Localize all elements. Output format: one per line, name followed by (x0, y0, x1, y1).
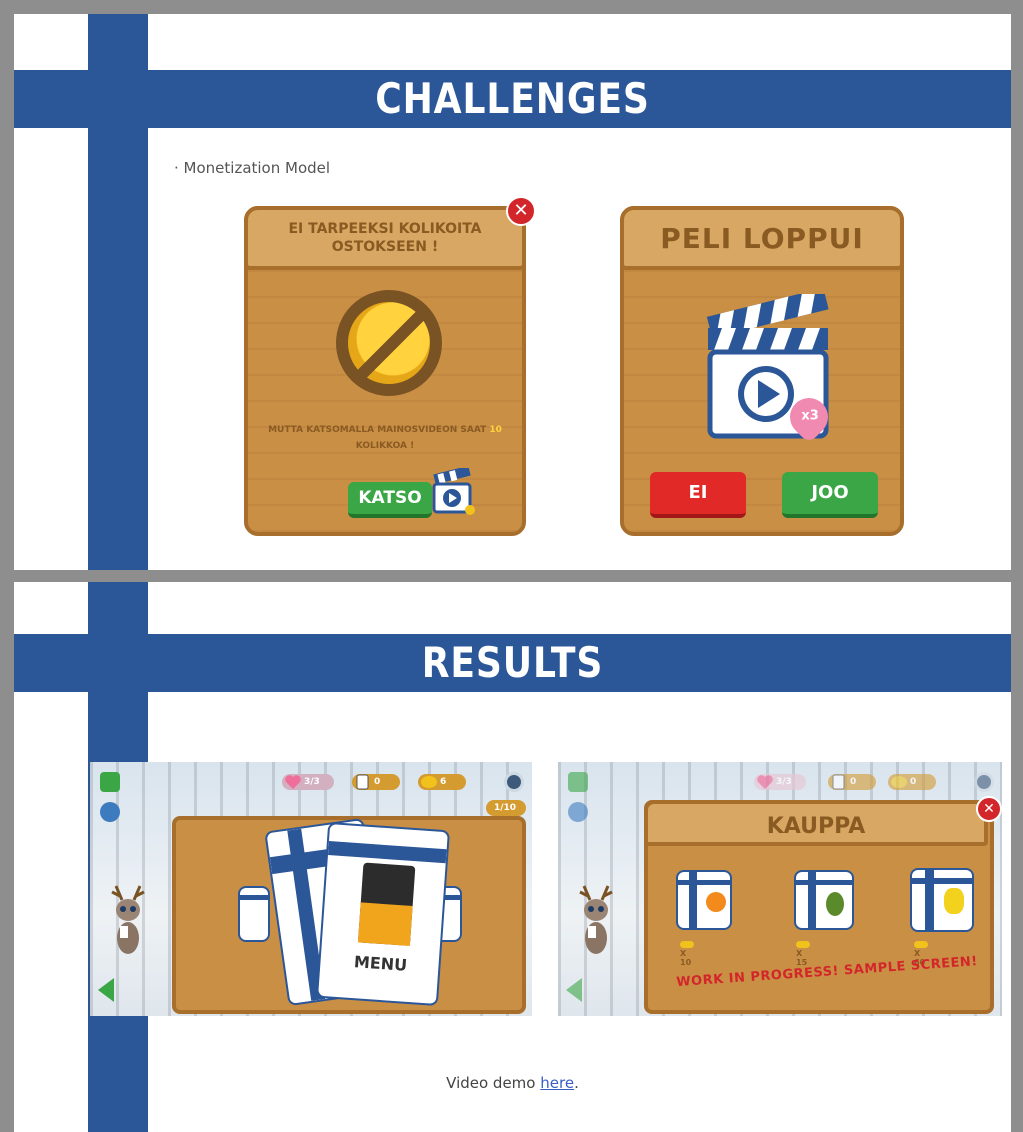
coins-dialog-title: EI TARPEEKSI KOLIKOITA OSTOKSEEN ! (288, 221, 482, 255)
cards-counter: 0 (828, 774, 876, 790)
challenges-title: CHALLENGES (375, 74, 650, 123)
challenges-panel: CHALLENGES · Monetization Model EI TARPE… (14, 14, 1011, 570)
cards-value: 0 (850, 777, 857, 787)
cards-icon[interactable] (568, 772, 588, 792)
video-demo-end: . (574, 1074, 579, 1092)
coins-value: 6 (440, 777, 447, 787)
hearts-value: 3/3 (776, 777, 792, 787)
reindeer-icon (111, 885, 145, 954)
price-label: X 15 (796, 940, 813, 967)
video-clapper-icon (432, 468, 475, 515)
not-enough-coins-dialog: EI TARPEEKSI KOLIKOITA OSTOKSEEN ! ✕ MUT… (244, 196, 536, 536)
coins-counter: 0 (888, 774, 936, 790)
yes-button[interactable]: JOO (782, 472, 878, 518)
card-icon (356, 774, 369, 790)
cards-counter: 0 (352, 774, 400, 790)
back-arrow-icon[interactable] (566, 978, 582, 1002)
coins-counter: 6 (418, 774, 466, 790)
coins-value: 0 (910, 777, 917, 787)
hearts-counter: 3/3 (754, 774, 806, 790)
no-button[interactable]: EI (650, 472, 746, 518)
close-icon[interactable]: ✕ (976, 796, 1002, 822)
heart-icon (285, 775, 301, 789)
coins-amount: 10 (489, 425, 502, 435)
progress-counter: 1/10 (486, 800, 526, 816)
shop-title: KAUPPA (644, 800, 988, 846)
card-pack (794, 870, 854, 930)
reindeer-icon (579, 885, 613, 954)
close-icon[interactable]: ✕ (506, 196, 536, 226)
cards-value: 0 (374, 777, 381, 787)
heart-icon (757, 775, 773, 789)
gameover-dialog-title: PELI LOPPUI (660, 221, 864, 255)
game-over-dialog: PELI LOPPUI x3 EI JOO (620, 206, 904, 536)
coins-dialog-header: EI TARPEEKSI KOLIKOITA OSTOKSEEN ! (244, 206, 526, 270)
game-screenshot-shop: 3/3 0 0 KAUPPA ✕ X 10 X 15 X 60 WORK IN … (558, 762, 1002, 1016)
video-demo-line: Video demo here. (14, 1074, 1011, 1092)
results-panel: RESULTS 3/3 0 6 1/10 MENU 3/3 0 0 KAUPPA… (14, 582, 1011, 1132)
small-card-left[interactable] (238, 886, 270, 942)
menu-card-label: MENU (353, 952, 408, 975)
price-label: X 10 (680, 940, 697, 967)
coins-message: MUTTA KATSOMALLA MAINOSVIDEON SAAT 10 KO… (258, 422, 512, 454)
results-title: RESULTS (421, 638, 604, 687)
coins-message-part1: MUTTA KATSOMALLA MAINOSVIDEON SAAT (268, 425, 490, 435)
card-pack (676, 870, 732, 930)
gear-icon[interactable] (974, 772, 994, 792)
lives-multiplier: x3 (801, 408, 819, 424)
hearts-counter: 3/3 (282, 774, 334, 790)
card-pack (910, 868, 974, 932)
swap-icon[interactable] (568, 802, 588, 822)
monetization-bullet: · Monetization Model (174, 159, 331, 177)
video-demo-text: Video demo (446, 1074, 541, 1092)
card-icon (832, 774, 845, 790)
menu-card[interactable]: MENU (316, 821, 450, 1007)
hearts-value: 3/3 (304, 777, 320, 787)
gameover-dialog-header: PELI LOPPUI (620, 206, 904, 270)
progress-value: 1/10 (494, 803, 517, 813)
gear-icon[interactable] (504, 772, 524, 792)
back-arrow-icon[interactable] (98, 978, 114, 1002)
video-demo-link[interactable]: here (540, 1074, 574, 1092)
game-screenshot-menu: 3/3 0 6 1/10 MENU (90, 762, 532, 1016)
coin-icon (891, 776, 907, 788)
coins-message-part2: KOLIKKOA ! (355, 441, 415, 451)
cards-icon[interactable] (100, 772, 120, 792)
coin-icon (421, 776, 437, 788)
no-coins-icon (336, 290, 442, 396)
watch-ad-button[interactable]: KATSO (348, 482, 432, 518)
swap-icon[interactable] (100, 802, 120, 822)
